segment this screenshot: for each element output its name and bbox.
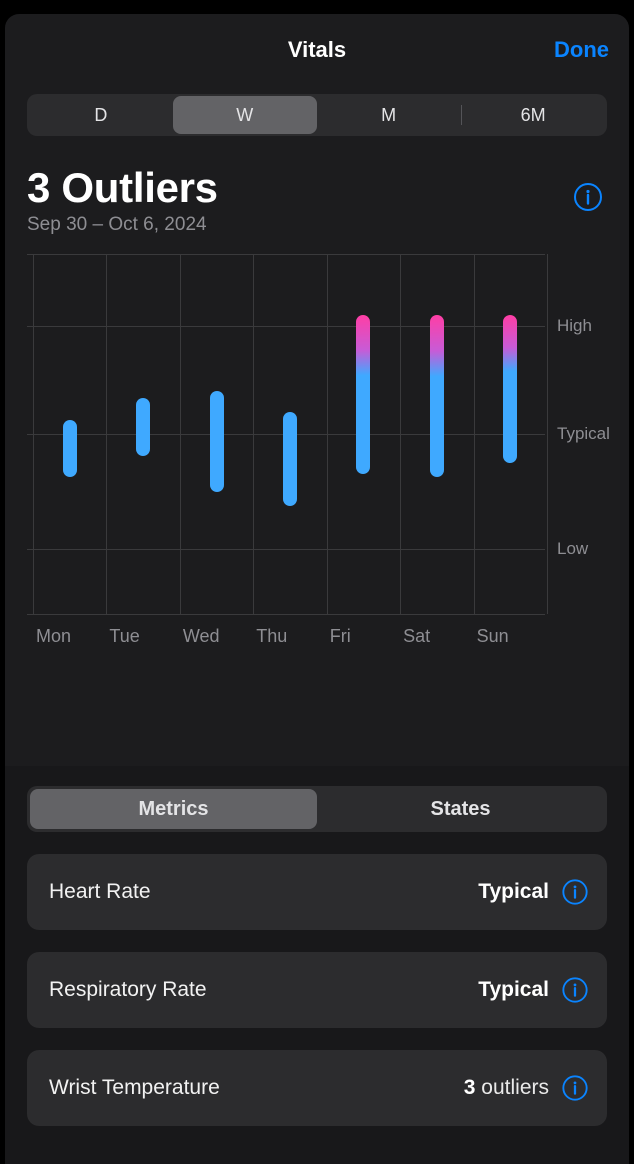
subtab-metrics[interactable]: Metrics <box>30 789 317 829</box>
chart-gridline-v <box>327 254 328 614</box>
metric-info-button[interactable] <box>561 1074 589 1102</box>
chart-x-label: Tue <box>109 626 139 647</box>
chart-gridline-v <box>33 254 34 614</box>
summary-info-button[interactable] <box>573 182 603 212</box>
metric-value: 3 outliers <box>464 1076 549 1100</box>
metric-info-button[interactable] <box>561 976 589 1004</box>
subtab-segmented[interactable]: Metrics States <box>27 786 607 832</box>
timerange-month[interactable]: M <box>317 96 461 134</box>
chart-gridline-v <box>106 254 107 614</box>
metric-value: Typical <box>478 978 549 1002</box>
bar-fill-typical <box>63 420 77 478</box>
chart-y-axis: High Typical Low <box>551 254 607 614</box>
chart-bar[interactable] <box>503 315 517 463</box>
summary-block: 3 Outliers Sep 30 – Oct 6, 2024 <box>27 164 607 236</box>
bar-fill-typical <box>283 412 297 506</box>
timerange-6month[interactable]: 6M <box>461 96 605 134</box>
chart-y-label: High <box>557 316 592 336</box>
chart-plot-area <box>27 254 545 614</box>
chart-y-label: Low <box>557 539 588 559</box>
metrics-list: Heart Rate Typical Respiratory Rate Typical… <box>27 854 607 1126</box>
info-icon <box>561 976 589 1004</box>
header: Vitals Done <box>5 14 629 86</box>
timerange-week[interactable]: W <box>173 96 317 134</box>
chart-x-label: Sat <box>403 626 430 647</box>
vitals-sheet: Vitals Done D W M 6M 3 Outliers Sep 30 –… <box>5 14 629 1164</box>
bar-fill-typical <box>210 391 224 492</box>
metric-value: Typical <box>478 880 549 904</box>
chart-bar[interactable] <box>356 315 370 473</box>
bar-fill-outlier <box>356 315 370 473</box>
bar-fill-typical <box>136 398 150 456</box>
summary-title: 3 Outliers <box>27 164 607 212</box>
chart-y-label: Typical <box>557 424 610 444</box>
chart-x-label: Fri <box>330 626 351 647</box>
chart-gridline-v <box>253 254 254 614</box>
chart-gridline-v <box>547 254 548 614</box>
chart-bar[interactable] <box>283 412 297 506</box>
chart-gridline-v <box>400 254 401 614</box>
bar-fill-outlier <box>430 315 444 477</box>
done-button[interactable]: Done <box>554 37 609 63</box>
timerange-segmented[interactable]: D W M 6M <box>27 94 607 136</box>
summary-date-range: Sep 30 – Oct 6, 2024 <box>27 214 607 236</box>
subtab-states[interactable]: States <box>317 789 604 829</box>
chart-bar[interactable] <box>210 391 224 492</box>
metric-info-button[interactable] <box>561 878 589 906</box>
metrics-panel: Metrics States Heart RateTypicalRespirat… <box>5 766 629 1164</box>
chart-x-label: Mon <box>36 626 71 647</box>
chart-gridline-h <box>27 326 545 327</box>
metric-right: 3 outliers <box>464 1074 589 1102</box>
chart-x-label: Wed <box>183 626 220 647</box>
chart-x-axis: Mon Tue Wed Thu Fri Sat Sun <box>27 614 545 656</box>
metric-row[interactable]: Wrist Temperature 3 outliers <box>27 1050 607 1126</box>
vitals-chart[interactable]: High Typical Low <box>27 254 607 614</box>
chart-gridline-h <box>27 254 545 255</box>
chart-gridline-h <box>27 549 545 550</box>
info-icon <box>561 1074 589 1102</box>
chart-bar[interactable] <box>430 315 444 477</box>
chart-gridline-v <box>474 254 475 614</box>
metric-label: Respiratory Rate <box>49 978 207 1002</box>
page-title: Vitals <box>288 37 346 63</box>
chart-container: High Typical Low Mon Tue Wed Thu Fri Sat Sun <box>5 254 629 656</box>
metric-row[interactable]: Respiratory Rate Typical <box>27 952 607 1028</box>
metric-label: Heart Rate <box>49 880 151 904</box>
info-icon <box>561 878 589 906</box>
chart-gridline-v <box>180 254 181 614</box>
chart-bar[interactable] <box>63 420 77 478</box>
metric-label: Wrist Temperature <box>49 1076 220 1100</box>
chart-x-label: Sun <box>477 626 509 647</box>
bar-fill-outlier <box>503 315 517 463</box>
chart-x-label: Thu <box>256 626 287 647</box>
info-icon <box>573 182 603 212</box>
timerange-day[interactable]: D <box>29 96 173 134</box>
metric-right: Typical <box>478 878 589 906</box>
metric-right: Typical <box>478 976 589 1004</box>
metric-row[interactable]: Heart Rate Typical <box>27 854 607 930</box>
chart-bar[interactable] <box>136 398 150 456</box>
